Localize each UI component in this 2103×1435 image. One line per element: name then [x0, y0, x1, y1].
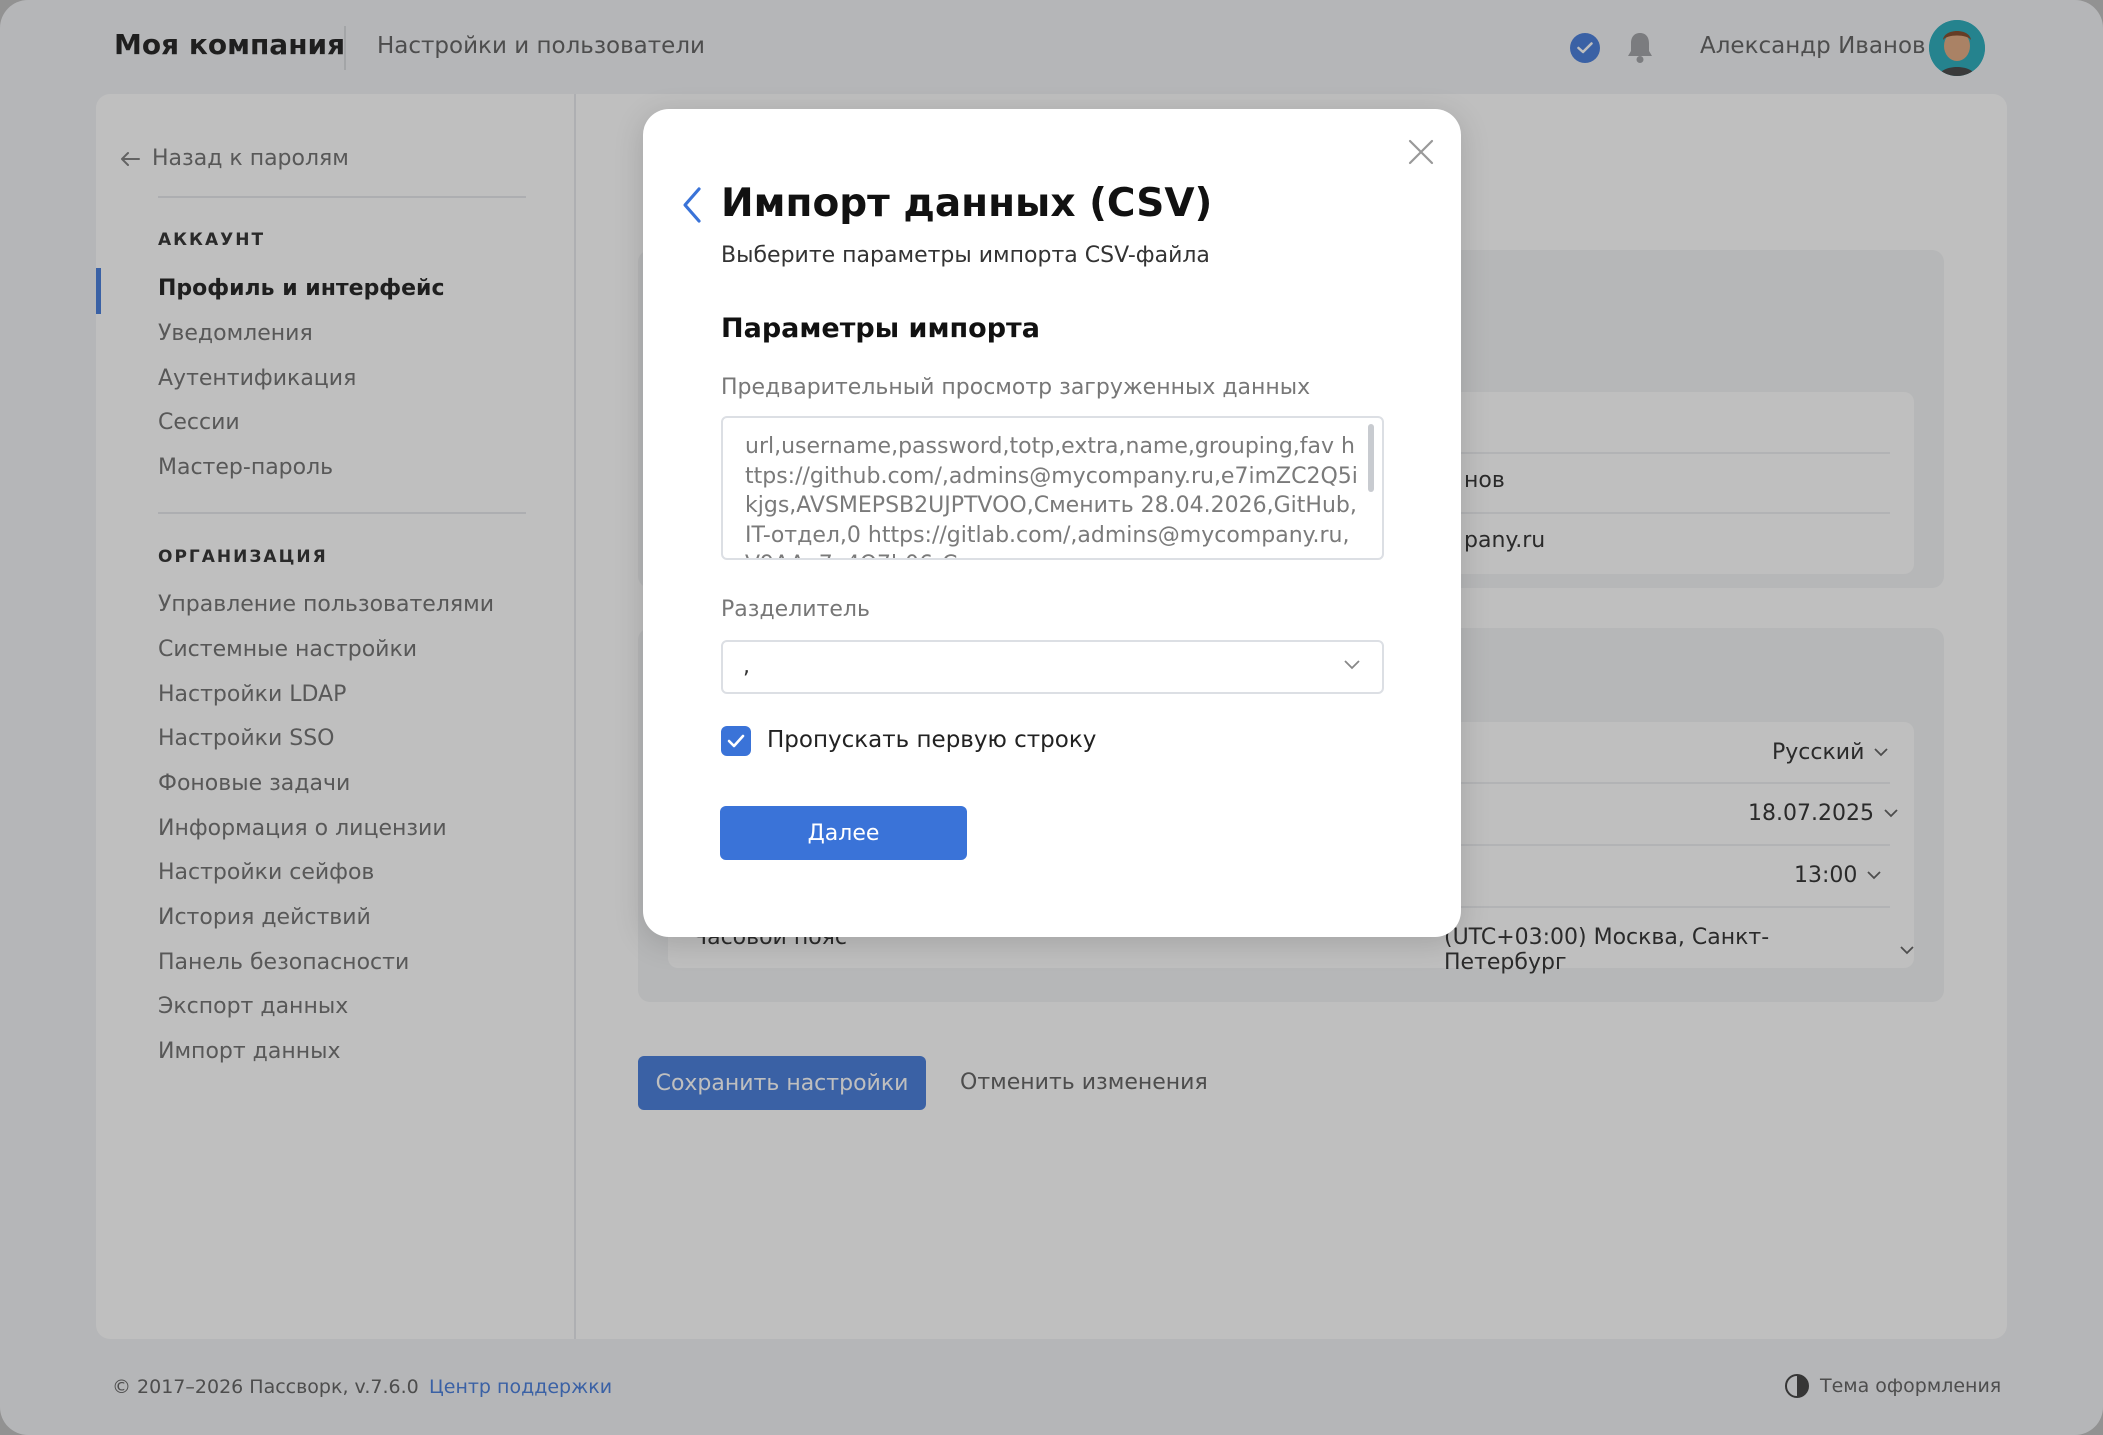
chevron-left-icon[interactable] [679, 185, 705, 225]
import-csv-modal: Импорт данных (CSV) Выберите параметры и… [643, 109, 1461, 937]
modal-title: Импорт данных (CSV) [721, 181, 1213, 226]
chevron-down-icon [1344, 660, 1360, 670]
close-icon[interactable] [1404, 135, 1438, 169]
modal-subtitle: Выберите параметры импорта CSV-файла [721, 243, 1210, 268]
scrollbar[interactable] [1368, 424, 1374, 492]
skip-first-row-checkbox[interactable] [721, 726, 751, 756]
next-button[interactable]: Далее [720, 806, 967, 860]
csv-preview-text: url,username,password,totp,extra,name,gr… [745, 434, 1358, 558]
separator-value: , [743, 654, 750, 679]
import-params-heading: Параметры импорта [721, 313, 1040, 344]
csv-preview[interactable]: url,username,password,totp,extra,name,gr… [721, 416, 1384, 560]
preview-label: Предварительный просмотр загруженных дан… [721, 375, 1311, 400]
separator-select[interactable]: , [721, 640, 1384, 694]
skip-first-row-label[interactable]: Пропускать первую строку [767, 727, 1096, 753]
separator-label: Разделитель [721, 597, 870, 622]
checkmark-icon [727, 734, 745, 748]
